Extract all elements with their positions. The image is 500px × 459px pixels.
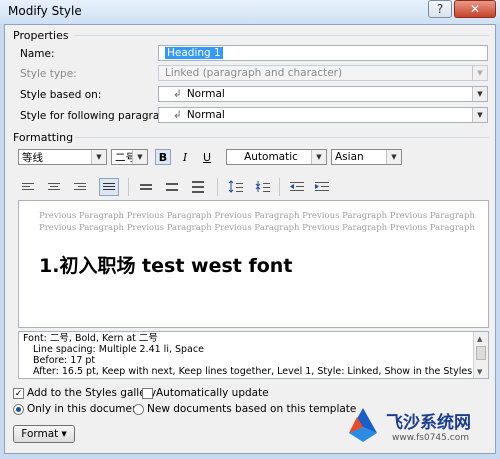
style-preview: Previous Paragraph Previous Paragraph Pr… xyxy=(18,200,489,328)
window-title: Modify Style xyxy=(8,4,82,18)
formatting-section-label: Formatting xyxy=(13,131,74,144)
based-on-label: Style based on: xyxy=(20,89,102,101)
site-logo xyxy=(343,405,383,445)
description-line: Before: 17 pt xyxy=(33,355,96,366)
size-select[interactable]: 二号 ▼ xyxy=(111,149,148,165)
only-this-document-radio[interactable] xyxy=(13,404,24,415)
toolbar-separator xyxy=(279,178,280,196)
name-value: Heading 1 xyxy=(165,47,223,59)
font-color-value: Automatic xyxy=(244,151,298,163)
following-select[interactable]: ↲ Normal ▼ xyxy=(158,107,488,123)
paragraph-mark-icon: ↲ xyxy=(173,109,182,121)
description-line: After: 16.5 pt, Keep with next, Keep lin… xyxy=(33,366,489,377)
chevron-down-icon[interactable]: ▼ xyxy=(472,108,487,122)
scroll-up-icon[interactable]: ▲ xyxy=(477,334,482,345)
preview-sample-text: 1.初入职场 test west font xyxy=(39,255,293,277)
help-button[interactable]: ? xyxy=(428,0,452,18)
style-description: Font: 二号, Bold, Kern at 二号 Line spacing:… xyxy=(18,331,489,379)
style-type-value: Linked (paragraph and character) xyxy=(165,67,343,79)
double-spacing-icon[interactable] xyxy=(189,179,207,195)
align-center-icon[interactable] xyxy=(45,179,63,195)
chevron-down-icon[interactable]: ▼ xyxy=(386,150,401,164)
align-left-icon[interactable] xyxy=(19,179,37,195)
chevron-down-icon: ▼ xyxy=(472,66,487,80)
decrease-spacing-before-icon[interactable] xyxy=(254,179,272,195)
bold-button[interactable]: B xyxy=(155,149,171,165)
one-half-spacing-icon[interactable] xyxy=(163,179,181,195)
scrollbar-thumb[interactable] xyxy=(476,346,486,360)
watermark-url: www.fs0745.com xyxy=(392,433,469,443)
close-icon: ✕ xyxy=(469,2,481,16)
font-color-select[interactable]: Automatic ▼ xyxy=(226,149,327,165)
style-type-select: Linked (paragraph and character) ▼ xyxy=(158,65,488,81)
single-spacing-icon[interactable] xyxy=(137,179,155,195)
increase-spacing-before-icon[interactable] xyxy=(227,179,245,195)
toolbar-separator xyxy=(128,178,129,196)
description-scrollbar[interactable]: ▲ ▼ xyxy=(473,332,488,378)
chevron-down-icon: ▼ xyxy=(61,430,67,438)
previous-paragraph-text: Previous Paragraph Previous Paragraph Pr… xyxy=(39,211,475,221)
chevron-down-icon[interactable]: ▼ xyxy=(472,87,487,101)
following-label: Style for following paragraph: xyxy=(20,110,177,122)
align-right-icon[interactable] xyxy=(71,179,89,195)
underline-button[interactable]: U xyxy=(199,149,215,165)
close-button[interactable]: ✕ xyxy=(454,0,496,18)
font-select[interactable]: 等线 ▼ xyxy=(18,149,107,165)
paragraph-mark-icon: ↲ xyxy=(173,88,182,100)
scroll-down-icon[interactable]: ▼ xyxy=(477,367,482,378)
toolbar-separator xyxy=(217,178,218,196)
title-bar: Modify Style ? ✕ xyxy=(0,0,500,24)
italic-button[interactable]: I xyxy=(177,149,193,165)
auto-update-label[interactable]: Automatically update xyxy=(156,387,269,399)
properties-section-label: Properties xyxy=(13,29,69,42)
only-this-document-label[interactable]: Only in this document xyxy=(27,403,143,415)
chevron-down-icon[interactable]: ▼ xyxy=(132,150,147,164)
justify-icon[interactable] xyxy=(99,178,119,196)
description-line: Line spacing: Multiple 2.41 li, Space xyxy=(33,344,204,355)
new-documents-label[interactable]: New documents based on this template xyxy=(147,403,356,415)
style-type-label: Style type: xyxy=(20,68,77,80)
script-select[interactable]: Asian ▼ xyxy=(331,149,402,165)
chevron-down-icon[interactable]: ▼ xyxy=(311,150,326,164)
increase-indent-icon[interactable] xyxy=(313,179,331,195)
help-icon: ? xyxy=(436,2,444,16)
properties-divider xyxy=(75,35,489,36)
script-value: Asian xyxy=(335,151,364,163)
based-on-value: Normal xyxy=(186,88,225,100)
font-value: 等线 xyxy=(22,151,43,164)
format-button[interactable]: Format ▼ xyxy=(13,425,75,443)
following-value: Normal xyxy=(186,109,225,121)
radio-selected-dot xyxy=(16,407,21,412)
dialog-body: Properties Name: Heading 1 Style type: L… xyxy=(4,24,496,454)
checkmark-icon: ✓ xyxy=(14,388,23,399)
decrease-indent-icon[interactable] xyxy=(288,179,306,195)
add-to-gallery-label[interactable]: Add to the Styles gallery xyxy=(27,387,156,399)
formatting-divider xyxy=(75,137,489,138)
name-input[interactable]: Heading 1 xyxy=(158,45,488,61)
name-label: Name: xyxy=(20,48,55,60)
chevron-down-icon[interactable]: ▼ xyxy=(91,150,106,164)
add-to-gallery-checkbox[interactable]: ✓ xyxy=(13,388,24,399)
watermark-text: 飞沙系统网 xyxy=(386,413,471,433)
based-on-select[interactable]: ↲ Normal ▼ xyxy=(158,86,488,102)
auto-update-checkbox[interactable] xyxy=(142,388,153,399)
format-button-label: Format xyxy=(21,428,59,440)
new-documents-radio[interactable] xyxy=(133,404,144,415)
previous-paragraph-text: Previous Paragraph Previous Paragraph Pr… xyxy=(39,223,475,233)
description-line: Font: 二号, Bold, Kern at 二号 xyxy=(23,333,158,344)
